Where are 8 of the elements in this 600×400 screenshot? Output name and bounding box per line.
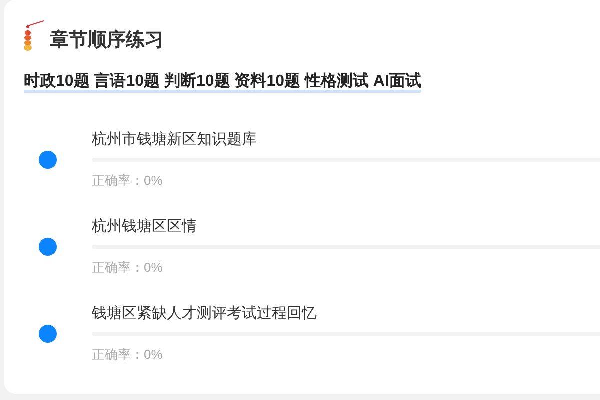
accuracy-text: 正确率：0% bbox=[92, 258, 164, 276]
chapter-title[interactable]: 杭州钱塘区区情 bbox=[92, 216, 600, 236]
category-list: 时政10题 言语10题 判断10题 资料10题 性格测试 AI面试 bbox=[24, 73, 422, 93]
chapter-title[interactable]: 钱塘区紧缺人才测评考试过程回忆 bbox=[92, 304, 600, 324]
page-title: 章节顺序练习 bbox=[50, 31, 164, 52]
accuracy-text: 正确率：0% bbox=[92, 346, 164, 364]
chapter-title[interactable]: 杭州市钱塘新区知识题库 bbox=[92, 130, 600, 150]
accuracy-text: 正确率：0% bbox=[92, 172, 164, 190]
